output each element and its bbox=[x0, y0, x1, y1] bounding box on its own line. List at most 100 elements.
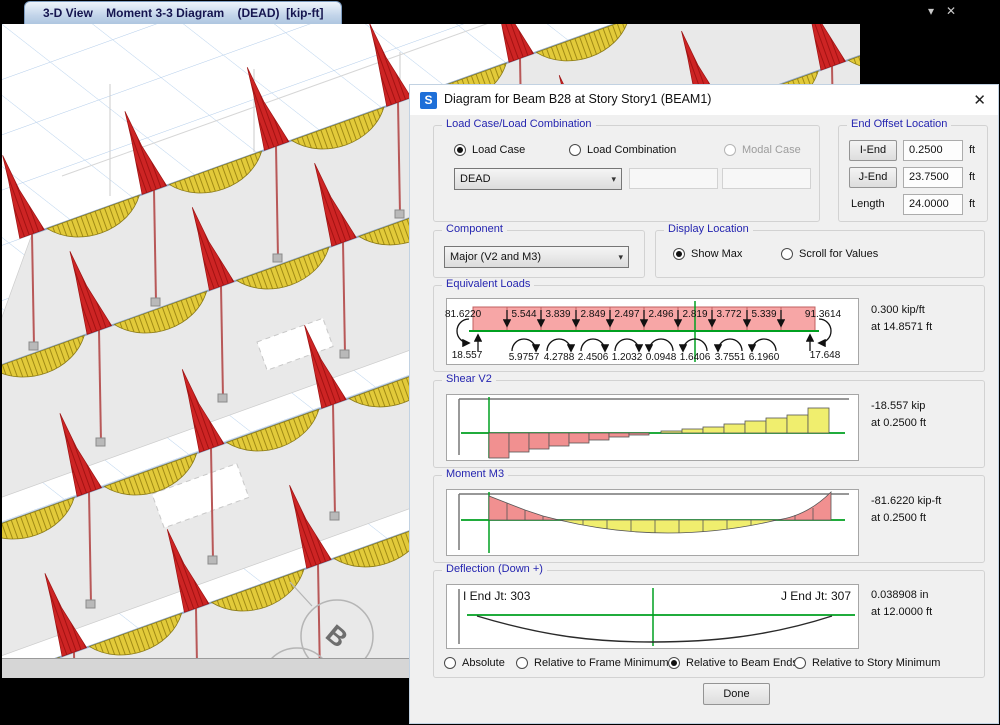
load-case-aux-field-1 bbox=[629, 168, 718, 189]
radio-relative-story-minimum-label: Relative to Story Minimum bbox=[812, 657, 940, 669]
eq-top-value: 5.544 bbox=[507, 309, 541, 320]
chevron-down-icon: ▾ bbox=[618, 252, 623, 263]
radio-show-max-dot bbox=[673, 248, 685, 260]
radio-load-combination[interactable]: Load Combination bbox=[569, 144, 676, 156]
app-screen: B A 3-D View Moment 3-3 Diagram (DEAD) [… bbox=[0, 0, 1000, 725]
window-titlebar: 3-D View Moment 3-3 Diagram (DEAD) [kip-… bbox=[0, 0, 1000, 24]
dialog-close-icon[interactable]: ✕ bbox=[973, 91, 986, 109]
radio-absolute-label: Absolute bbox=[462, 657, 505, 669]
chevron-down-icon: ▾ bbox=[611, 174, 616, 185]
radio-scroll-for-values-dot bbox=[781, 248, 793, 260]
eq-top-value: 2.497 bbox=[610, 309, 644, 320]
equivalent-loads-max-annotation: 0.300 kip/ft at 14.8571 ft bbox=[871, 302, 932, 336]
load-case-dropdown[interactable]: DEAD ▾ bbox=[454, 168, 622, 190]
eq-left-moment: 81.6220 bbox=[445, 309, 489, 320]
shear-plot[interactable] bbox=[446, 394, 859, 461]
radio-relative-beam-ends-label: Relative to Beam Ends bbox=[686, 657, 798, 669]
radio-modal-case-label: Modal Case bbox=[742, 144, 801, 156]
radio-absolute[interactable]: Absolute bbox=[444, 657, 505, 669]
radio-scroll-for-values-label: Scroll for Values bbox=[799, 248, 878, 260]
component-dropdown-value: Major (V2 and M3) bbox=[450, 251, 541, 263]
shear-canvas bbox=[447, 395, 858, 460]
eq-bottom-value: 6.1960 bbox=[744, 352, 784, 363]
deflection-max-annotation: 0.038908 in at 12.0000 ft bbox=[871, 587, 932, 621]
deflection-j-end-joint: J End Jt: 307 bbox=[725, 589, 851, 603]
deflection-group-title: Deflection (Down +) bbox=[442, 563, 547, 575]
radio-modal-case: Modal Case bbox=[724, 144, 801, 156]
shear-group-title: Shear V2 bbox=[442, 373, 496, 385]
moment-plot[interactable] bbox=[446, 489, 859, 556]
dialog-titlebar[interactable]: S Diagram for Beam B28 at Story Story1 (… bbox=[410, 85, 998, 115]
load-case-dropdown-value: DEAD bbox=[460, 173, 491, 185]
component-dropdown[interactable]: Major (V2 and M3) ▾ bbox=[444, 246, 629, 268]
eq-top-value: 2.819 bbox=[678, 309, 712, 320]
i-end-field[interactable]: 0.2500 bbox=[903, 140, 963, 161]
dialog-title: Diagram for Beam B28 at Story Story1 (BE… bbox=[444, 92, 711, 106]
deflection-plot[interactable]: I End Jt: 303 J End Jt: 307 bbox=[446, 584, 859, 649]
shear-max-annotation: -18.557 kip at 0.2500 ft bbox=[871, 398, 926, 432]
eq-right-reaction: 17.648 bbox=[803, 350, 847, 361]
beam-diagram-dialog: S Diagram for Beam B28 at Story Story1 (… bbox=[410, 85, 998, 723]
moment-max-annotation: -81.6220 kip-ft at 0.2500 ft bbox=[871, 493, 941, 527]
radio-relative-beam-ends-dot bbox=[668, 657, 680, 669]
radio-relative-frame-minimum-dot bbox=[516, 657, 528, 669]
radio-relative-frame-minimum-label: Relative to Frame Minimum bbox=[534, 657, 668, 669]
radio-relative-beam-ends[interactable]: Relative to Beam Ends bbox=[668, 657, 798, 669]
end-offset-group-title: End Offset Location bbox=[847, 118, 951, 130]
radio-relative-story-minimum-dot bbox=[794, 657, 806, 669]
i-end-unit: ft bbox=[969, 144, 975, 156]
moment-group-title: Moment M3 bbox=[442, 468, 508, 480]
component-group: Component Major (V2 and M3) ▾ bbox=[433, 230, 645, 278]
length-field: 24.0000 bbox=[903, 194, 963, 215]
moment-group: Moment M3 bbox=[433, 475, 985, 563]
app-logo-icon: S bbox=[420, 92, 437, 109]
equivalent-loads-group-title: Equivalent Loads bbox=[442, 278, 534, 290]
j-end-button[interactable]: J-End bbox=[849, 167, 897, 188]
dialog-body: Load Case/Load Combination Load Case Loa… bbox=[410, 115, 998, 723]
eq-top-value: 2.496 bbox=[644, 309, 678, 320]
radio-relative-frame-minimum[interactable]: Relative to Frame Minimum bbox=[516, 657, 668, 669]
i-end-button[interactable]: I-End bbox=[849, 140, 897, 161]
load-case-group: Load Case/Load Combination Load Case Loa… bbox=[433, 125, 820, 222]
equivalent-loads-plot[interactable]: 81.6220 91.3614 5.544 3.839 2.849 2.497 … bbox=[446, 298, 859, 365]
eq-top-value: 3.839 bbox=[541, 309, 575, 320]
load-case-aux-field-2 bbox=[722, 168, 811, 189]
eq-top-value: 2.849 bbox=[576, 309, 610, 320]
display-location-group-title: Display Location bbox=[664, 223, 753, 235]
deflection-group: Deflection (Down +) I End Jt: 303 J End … bbox=[433, 570, 985, 678]
radio-load-case[interactable]: Load Case bbox=[454, 144, 525, 156]
eq-right-moment: 91.3614 bbox=[799, 309, 847, 320]
equivalent-loads-group: Equivalent Loads bbox=[433, 285, 985, 372]
j-end-unit: ft bbox=[969, 171, 975, 183]
view-tab-label: 3-D View Moment 3-3 Diagram (DEAD) [kip-… bbox=[43, 6, 323, 20]
length-label: Length bbox=[851, 198, 885, 210]
radio-load-case-label: Load Case bbox=[472, 144, 525, 156]
radio-show-max-label: Show Max bbox=[691, 248, 742, 260]
radio-relative-story-minimum[interactable]: Relative to Story Minimum bbox=[794, 657, 940, 669]
radio-absolute-dot bbox=[444, 657, 456, 669]
done-button[interactable]: Done bbox=[703, 683, 770, 705]
shear-group: Shear V2 bbox=[433, 380, 985, 468]
length-unit: ft bbox=[969, 198, 975, 210]
moment-canvas bbox=[447, 490, 858, 555]
radio-modal-case-dot bbox=[724, 144, 736, 156]
eq-top-value: 3.772 bbox=[712, 309, 746, 320]
display-location-group: Display Location Show Max Scroll for Val… bbox=[655, 230, 985, 278]
radio-load-case-dot bbox=[454, 144, 466, 156]
radio-load-combination-label: Load Combination bbox=[587, 144, 676, 156]
component-group-title: Component bbox=[442, 223, 507, 235]
radio-load-combination-dot bbox=[569, 144, 581, 156]
eq-bottom-value: 1.6406 bbox=[675, 352, 715, 363]
radio-scroll-for-values[interactable]: Scroll for Values bbox=[781, 248, 878, 260]
load-case-group-title: Load Case/Load Combination bbox=[442, 118, 596, 130]
eq-left-reaction: 18.557 bbox=[447, 350, 487, 361]
eq-top-value: 5.339 bbox=[747, 309, 781, 320]
j-end-field[interactable]: 23.7500 bbox=[903, 167, 963, 188]
end-offset-group: End Offset Location I-End 0.2500 ft J-En… bbox=[838, 125, 988, 222]
view-tab[interactable]: 3-D View Moment 3-3 Diagram (DEAD) [kip-… bbox=[24, 1, 342, 24]
eq-bottom-value: 5.9757 bbox=[504, 352, 544, 363]
window-menu-icon[interactable]: ▾ bbox=[928, 4, 934, 18]
deflection-i-end-joint: I End Jt: 303 bbox=[463, 589, 530, 603]
window-close-icon[interactable]: ✕ bbox=[946, 4, 956, 18]
radio-show-max[interactable]: Show Max bbox=[673, 248, 742, 260]
